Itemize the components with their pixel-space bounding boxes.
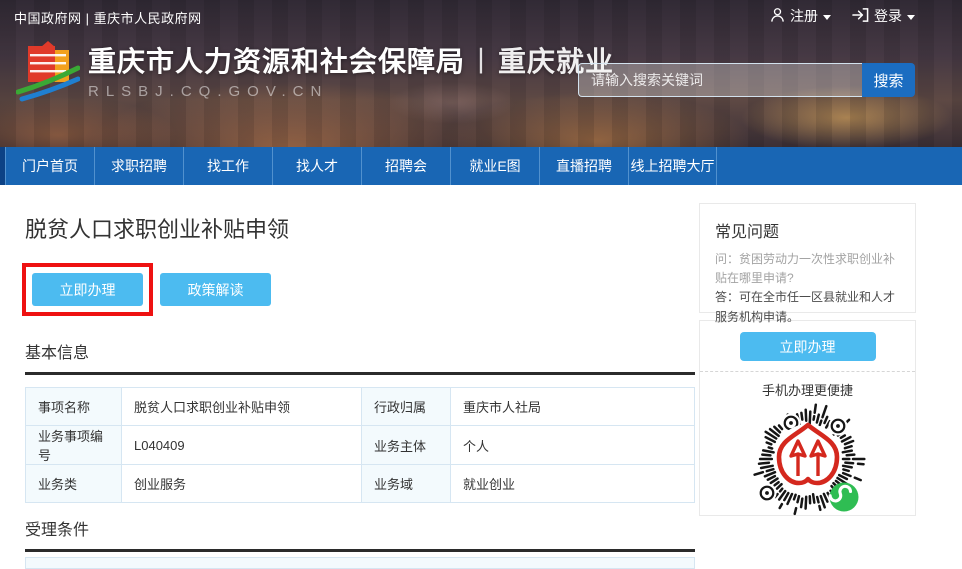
section-title-basic-info: 基本信息 [25, 339, 695, 375]
site-title: 重庆市人力资源和社会保障局丨重庆就业 [88, 40, 614, 80]
wechat-miniprogram-qr-code [700, 400, 915, 523]
table-row: 事项名称 脱贫人口求职创业补贴申领 行政归属 重庆市人社局 [26, 388, 695, 426]
chevron-down-icon [823, 15, 831, 20]
faq-box: 常见问题 问：贫困劳动力一次性求职创业补贴在哪里申请? 答：可在全市任一区县就业… [699, 203, 916, 313]
qr-center-logo [775, 424, 841, 490]
main-nav: 门户首页 求职招聘 找工作 找人才 招聘会 就业E图 直播招聘 线上招聘大厅 [0, 147, 962, 185]
basic-info-table: 事项名称 脱贫人口求职创业补贴申领 行政归属 重庆市人社局 业务事项编号 L04… [25, 387, 695, 503]
site-search: 搜索 [578, 63, 915, 97]
policy-button[interactable]: 政策解读 [160, 273, 271, 306]
bureau-logo-icon [16, 40, 80, 107]
site-brand: 重庆市人力资源和社会保障局丨重庆就业 RLSBJ.CQ.GOV.CN [16, 40, 614, 107]
cell-label: 业务主体 [362, 426, 451, 465]
quick-apply-box: 立即办理 手机办理更便捷 [699, 320, 916, 516]
login-label: 登录 [874, 6, 902, 26]
action-button-row: 立即办理 政策解读 [25, 263, 695, 316]
search-input[interactable] [578, 63, 862, 97]
dashed-divider [700, 371, 915, 372]
account-area: 注册 登录 [756, 6, 915, 26]
sidebar-apply-button[interactable]: 立即办理 [740, 332, 876, 361]
cell-value: 就业创业 [451, 465, 695, 503]
login-icon [852, 7, 869, 26]
nav-item-online-hall[interactable]: 线上招聘大厅 [628, 147, 717, 185]
hero-banner: 中国政府网 | 重庆市人民政府网 注册 登录 [0, 0, 962, 147]
main-content: 脱贫人口求职创业补贴申领 立即办理 政策解读 基本信息 事项名称 脱贫人口求职创… [25, 185, 695, 569]
apply-now-button[interactable]: 立即办理 [32, 273, 143, 306]
register-label: 注册 [790, 6, 818, 26]
cell-value: 重庆市人社局 [451, 388, 695, 426]
nav-item-jobs[interactable]: 求职招聘 [94, 147, 183, 185]
nav-item-job-fair[interactable]: 招聘会 [361, 147, 450, 185]
table-row: 业务类 创业服务 业务域 就业创业 [26, 465, 695, 503]
faq-title: 常见问题 [715, 218, 900, 242]
cell-value: L040409 [122, 426, 362, 465]
search-button[interactable]: 搜索 [862, 63, 915, 97]
section-title-acceptance: 受理条件 [25, 516, 695, 552]
cell-value: 个人 [451, 426, 695, 465]
sidebar: 常见问题 问：贫困劳动力一次性求职创业补贴在哪里申请? 答：可在全市任一区县就业… [699, 203, 916, 516]
title-divider: 丨 [465, 46, 498, 77]
nav-item-home[interactable]: 门户首页 [5, 147, 94, 185]
annotation-red-box: 立即办理 [22, 263, 153, 316]
cell-label: 业务类 [26, 465, 122, 503]
nav-item-find-talent[interactable]: 找人才 [272, 147, 361, 185]
site-domain-text: RLSBJ.CQ.GOV.CN [88, 83, 614, 100]
gov-portal-links[interactable]: 中国政府网 | 重庆市人民政府网 [14, 8, 202, 27]
nav-item-live[interactable]: 直播招聘 [539, 147, 628, 185]
chevron-down-icon [907, 15, 915, 20]
faq-question: 问：贫困劳动力一次性求职创业补贴在哪里申请? [715, 250, 900, 288]
mobile-tip-text: 手机办理更便捷 [700, 380, 915, 399]
table-row: 业务事项编号 L040409 业务主体 个人 [26, 426, 695, 465]
cell-label: 业务域 [362, 465, 451, 503]
cell-label: 行政归属 [362, 388, 451, 426]
page-title: 脱贫人口求职创业补贴申领 [25, 217, 695, 243]
table-row-partial [25, 557, 695, 569]
nav-item-emap[interactable]: 就业E图 [450, 147, 539, 185]
cell-label: 业务事项编号 [26, 426, 122, 465]
nav-item-find-work[interactable]: 找工作 [183, 147, 272, 185]
qr-miniprogram-badge [829, 483, 858, 512]
cell-label: 事项名称 [26, 388, 122, 426]
register-button[interactable]: 注册 [770, 6, 831, 26]
cell-value: 脱贫人口求职创业补贴申领 [122, 388, 362, 426]
cell-value: 创业服务 [122, 465, 362, 503]
login-button[interactable]: 登录 [852, 6, 915, 26]
user-icon [770, 7, 785, 26]
